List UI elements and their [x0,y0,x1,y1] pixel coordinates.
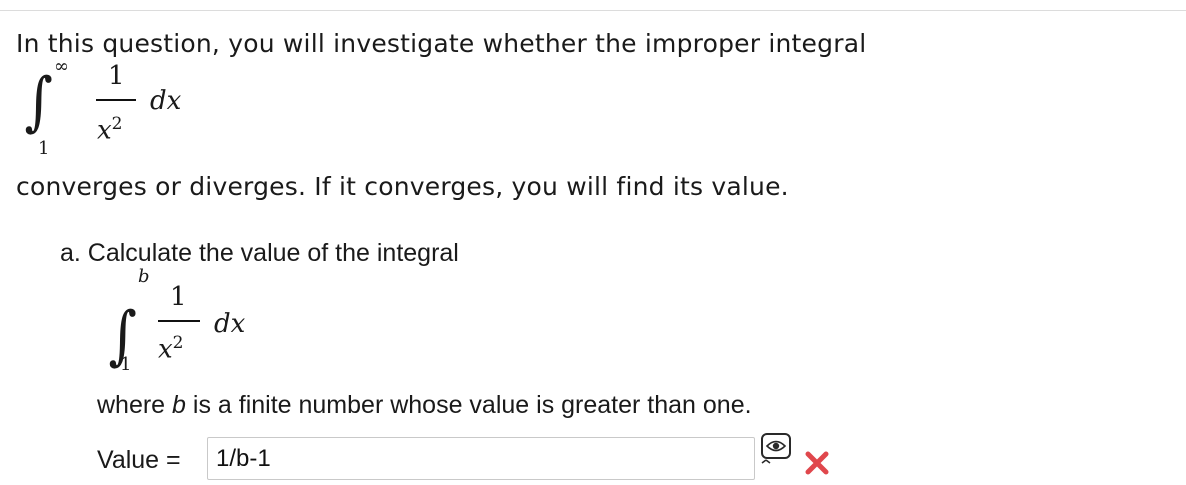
integral-lower-limit: 1 [120,354,132,375]
value-answer-input[interactable] [207,437,755,480]
integral-upper-limit: ∞ [54,56,69,77]
incorrect-x-icon [805,451,829,475]
integral-differential: dx [214,309,246,339]
integral-upper-limit: b [138,266,150,287]
part-a-label: a. Calculate the value of the integral [60,239,459,267]
preview-eye-icon[interactable] [760,432,794,464]
fraction-bar [158,320,200,322]
question-intro-text-2: converges or diverges. If it converges, … [16,172,789,201]
where-statement: where b is a finite number whose value i… [97,391,752,419]
fraction-denominator: x2 [97,114,123,146]
top-divider [0,0,1186,11]
fraction-bar [96,99,136,101]
variable-b: b [172,391,186,419]
integral-sign: ∫ [24,65,53,139]
fraction-numerator: 1 [108,61,125,91]
question-intro-text: In this question, you will investigate w… [16,29,867,58]
value-label: Value = [97,446,181,474]
integral-differential: dx [150,86,182,116]
integral-lower-limit: 1 [38,138,50,159]
fraction-denominator: x2 [158,333,184,365]
fraction-numerator: 1 [170,282,187,312]
